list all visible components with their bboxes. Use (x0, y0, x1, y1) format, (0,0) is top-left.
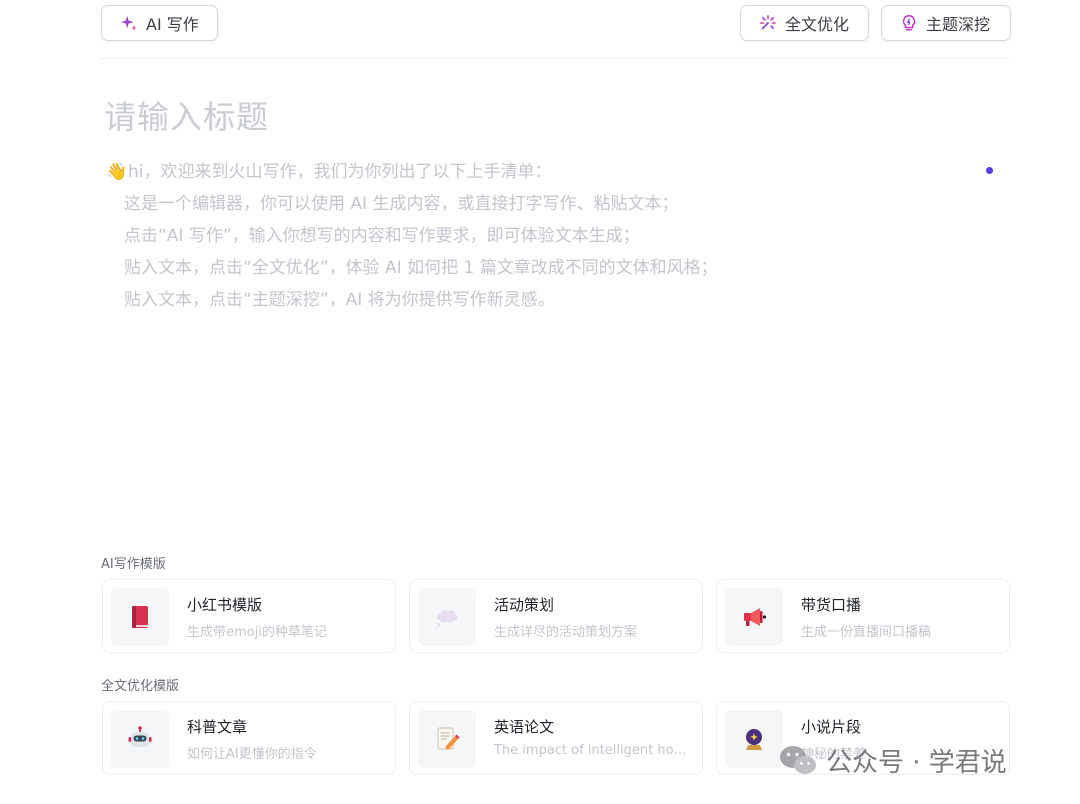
template-card-english-paper[interactable]: 英语论文 The impact of intelligent house… (409, 701, 703, 775)
writing-editor-page: AI 写作 全文优化 主题深挖 请输入标题 👋hi，欢迎来到火山写作，我们为你列… (0, 0, 1080, 804)
guide-line: 贴入文本，点击“全文优化”，体验 AI 如何把 1 篇文章改成不同的文体和风格； (124, 258, 718, 278)
topic-explore-button[interactable]: 主题深挖 (881, 5, 1011, 41)
topic-explore-label: 主题深挖 (926, 15, 991, 34)
watermark: 公众号 · 学君说 (778, 742, 1007, 779)
waving-hand-icon: 👋 (106, 162, 128, 182)
guide-line: 👋hi，欢迎来到火山写作，我们为你列出了以下上手清单： (106, 156, 718, 188)
template-card-xiaohongshu[interactable]: 小红书模版 生成带emoji的种草笔记 (102, 579, 396, 653)
ai-write-label: AI 写作 (146, 15, 199, 34)
optimize-templates-label: 全文优化模版 (101, 679, 180, 694)
magic-burst-icon (759, 14, 777, 30)
template-card-popular-science[interactable]: 科普文章 如何让AI更懂你的指令 (102, 701, 396, 775)
thought-cloud-icon (435, 610, 458, 629)
guide-line: 贴入文本，点击“主题深挖”，AI 将为你提供写作新灵感。 (124, 290, 555, 310)
crystal-ball-icon (746, 729, 762, 750)
guide-line: 这是一个编辑器，你可以使用 AI 生成内容，或直接打字写作、粘贴文本； (124, 194, 679, 214)
toolbar-divider (101, 58, 1010, 59)
lightbulb-icon (902, 15, 916, 31)
card-title: 小红书模版 (187, 596, 263, 614)
ai-write-button[interactable]: AI 写作 (101, 5, 218, 41)
ai-templates-label: AI写作模版 (101, 557, 166, 572)
card-title: 小说片段 (801, 718, 862, 736)
guide-text: hi，欢迎来到火山写作，我们为你列出了以下上手清单： (128, 162, 552, 182)
red-book-icon (132, 606, 148, 628)
card-description: 生成带emoji的种草笔记 (187, 625, 327, 640)
card-description: The impact of intelligent house… (494, 743, 694, 758)
wechat-icon (780, 745, 816, 774)
memo-pencil-icon (437, 727, 460, 750)
megaphone-icon (744, 608, 767, 626)
guide-line: 点击“AI 写作”，输入你想写的内容和写作要求，即可体验文本生成； (124, 226, 640, 246)
sparkle-icon (120, 15, 137, 31)
watermark-text: 公众号 · 学君说 (826, 748, 1007, 778)
full-optimize-label: 全文优化 (785, 15, 850, 34)
card-title: 带货口播 (801, 596, 862, 614)
template-card-live-selling[interactable]: 带货口播 生成一份直播间口播稿 (716, 579, 1010, 653)
card-title: 活动策划 (494, 596, 555, 614)
template-card-event-planning[interactable]: 活动策划 生成详尽的活动策划方案 (409, 579, 703, 653)
full-optimize-button[interactable]: 全文优化 (740, 5, 869, 41)
card-title: 英语论文 (494, 718, 555, 736)
card-description: 生成一份直播间口播稿 (801, 625, 932, 640)
editor-body[interactable]: 👋hi，欢迎来到火山写作，我们为你列出了以下上手清单： 这是一个编辑器，你可以使… (106, 156, 718, 316)
card-description: 如何让AI更懂你的指令 (187, 747, 317, 762)
card-description: 生成详尽的活动策划方案 (494, 625, 638, 640)
robot-icon (128, 726, 152, 747)
cursor-indicator (986, 167, 993, 174)
title-input[interactable]: 请输入标题 (104, 92, 269, 138)
card-title: 科普文章 (187, 718, 248, 736)
